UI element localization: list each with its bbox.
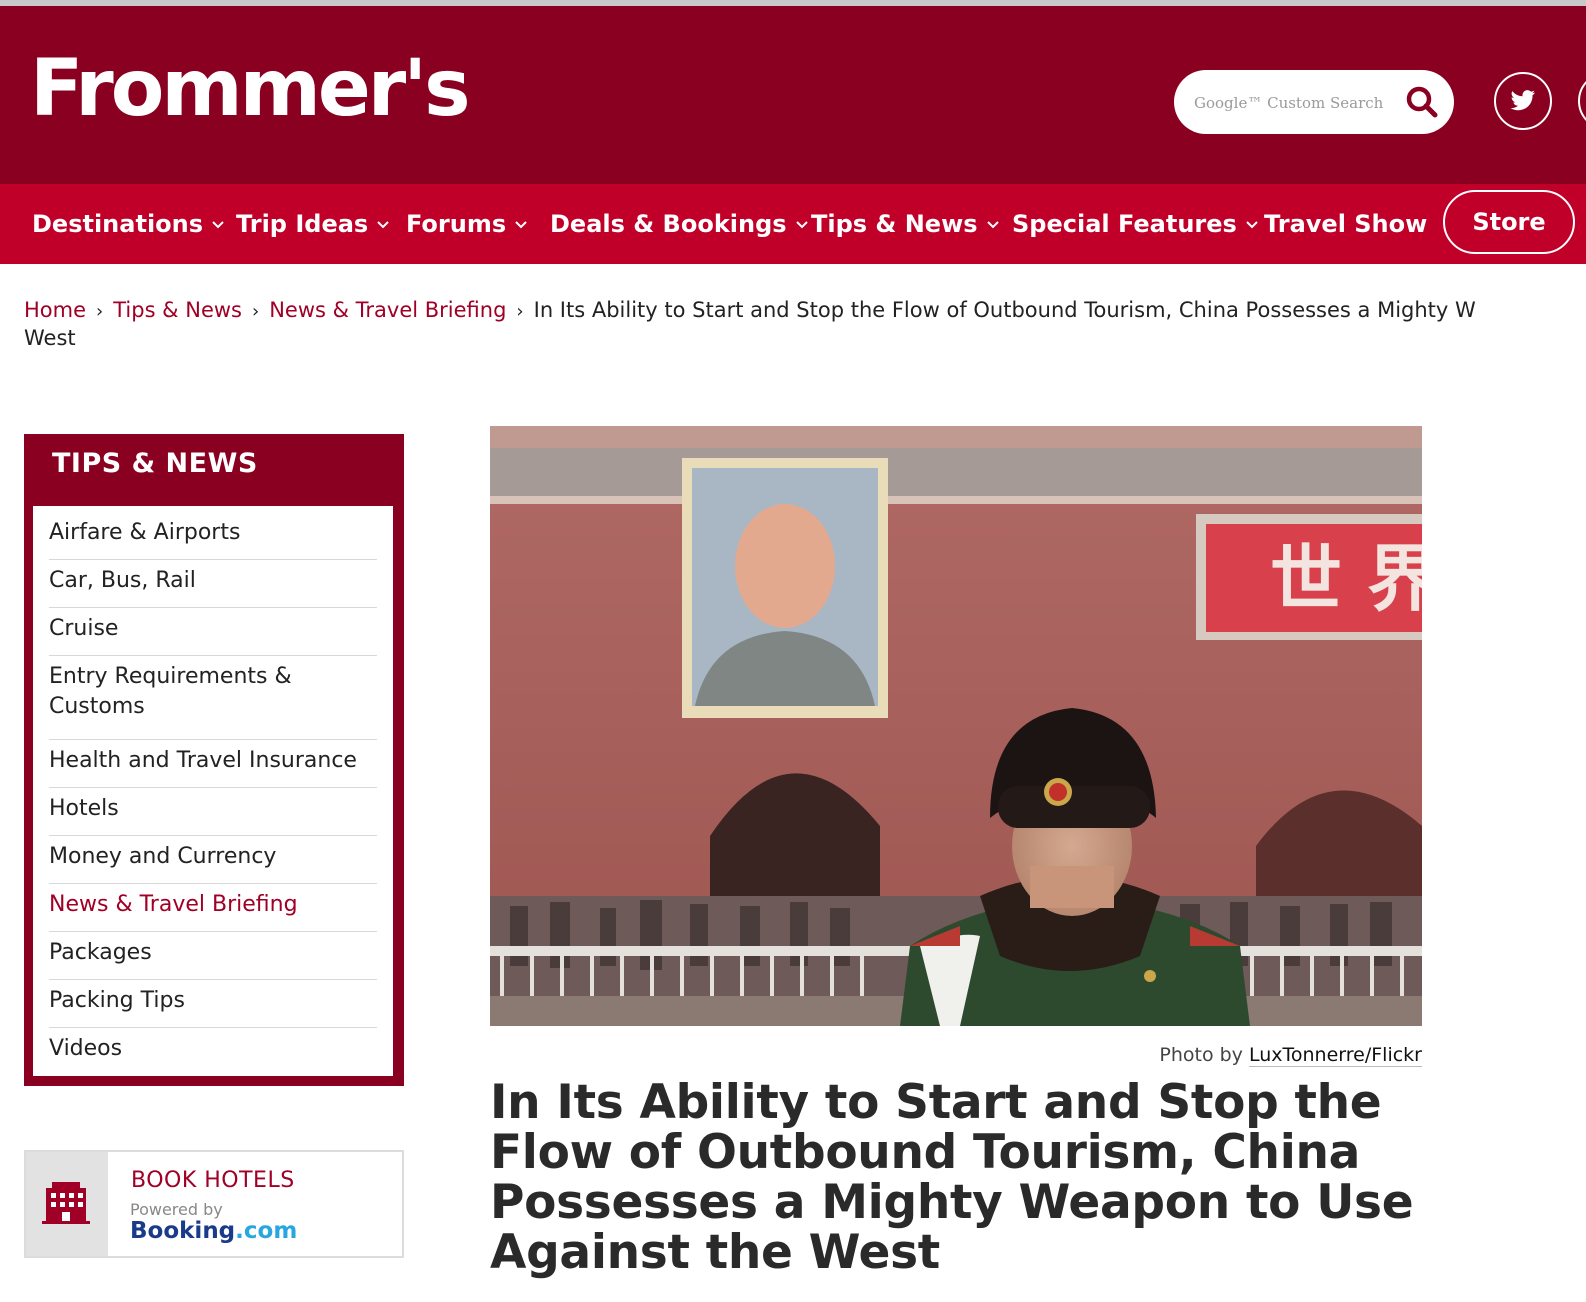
sidebar-item-entry-requirements[interactable]: Entry Requirements & Customs <box>49 662 377 740</box>
chevron-down-icon <box>795 221 808 229</box>
sidebar-item-car-bus-rail[interactable]: Car, Bus, Rail <box>49 566 377 608</box>
photo-credit-prefix: Photo by <box>1159 1044 1243 1066</box>
chevron-down-icon <box>986 221 999 229</box>
search-box <box>1174 70 1454 134</box>
site-header: Frommer's <box>0 6 1586 184</box>
sidebar-item-airfare-airports[interactable]: Airfare & Airports <box>49 518 377 560</box>
nav-forums[interactable]: Forums <box>406 184 528 264</box>
photo-credit: Photo by LuxTonnerre/Flickr <box>1000 1044 1422 1067</box>
sidebar-list: Airfare & Airports Car, Bus, Rail Cruise… <box>33 506 393 1076</box>
store-button[interactable]: Store <box>1443 190 1575 254</box>
hotel-building-icon <box>42 1182 90 1224</box>
booking-brand-suffix: .com <box>235 1218 298 1244</box>
breadcrumb-separator: › <box>96 301 104 322</box>
main-nav: Destinations Trip Ideas Forums Deals & B… <box>0 184 1586 264</box>
frommers-logo[interactable]: Frommer's <box>30 44 471 134</box>
sidebar-item-videos[interactable]: Videos <box>49 1034 377 1070</box>
breadcrumb-current-wrap: West <box>24 326 76 350</box>
nav-travel-show[interactable]: Travel Show <box>1264 184 1427 264</box>
chevron-down-icon <box>377 221 389 229</box>
sidebar-item-cruise[interactable]: Cruise <box>49 614 377 656</box>
breadcrumb-separator: › <box>251 301 260 322</box>
breadcrumb-home[interactable]: Home <box>24 298 86 322</box>
search-input[interactable] <box>1192 88 1391 118</box>
article-photo: 世 界 <box>490 426 1422 1026</box>
sidebar-item-packing-tips[interactable]: Packing Tips <box>49 986 377 1028</box>
twitter-button[interactable] <box>1494 72 1552 130</box>
nav-special-features[interactable]: Special Features <box>1012 184 1259 264</box>
chevron-down-icon <box>515 221 527 229</box>
sidebar-title: TIPS & NEWS <box>52 448 258 479</box>
powered-by-label: Powered by <box>130 1200 223 1219</box>
nav-deals-bookings[interactable]: Deals & Bookings <box>550 184 809 264</box>
nav-destinations[interactable]: Destinations <box>32 184 225 264</box>
hotel-icon-panel <box>26 1152 108 1256</box>
sidebar-item-news-travel-briefing[interactable]: News & Travel Briefing <box>49 890 377 932</box>
booking-logo: Booking.com <box>130 1218 297 1244</box>
tiananmen-guard-photo: 世 界 <box>490 426 1422 1026</box>
article-headline: In Its Ability to Start and Stop the Flo… <box>490 1075 1414 1280</box>
sign-text: 世 界 <box>1270 537 1422 621</box>
chevron-down-icon <box>212 221 224 229</box>
chevron-down-icon <box>1246 221 1258 229</box>
book-hotels-title: BOOK HOTELS <box>131 1168 295 1193</box>
sidebar-item-money-currency[interactable]: Money and Currency <box>49 842 377 884</box>
twitter-icon <box>1510 90 1535 111</box>
sidebar-item-hotels[interactable]: Hotels <box>49 794 377 836</box>
social-icon-partial[interactable] <box>1578 72 1586 130</box>
nav-tips-news[interactable]: Tips & News <box>811 184 1000 264</box>
breadcrumb-tips-news[interactable]: Tips & News <box>113 298 242 322</box>
breadcrumb: Home › Tips & News › News & Travel Briefing ›… <box>24 296 1584 326</box>
booking-brand-main: Booking <box>130 1218 236 1244</box>
nav-trip-ideas[interactable]: Trip Ideas <box>236 184 390 264</box>
tips-news-sidebar: TIPS & NEWS Airfare & Airports Car, Bus,… <box>24 434 404 1086</box>
search-icon[interactable] <box>1404 84 1440 120</box>
photo-credit-link[interactable]: LuxTonnerre/Flickr <box>1248 1044 1422 1067</box>
book-hotels-widget[interactable]: BOOK HOTELS Powered by Booking.com <box>24 1150 404 1258</box>
breadcrumb-separator: › <box>516 301 524 322</box>
breadcrumb-current: In Its Ability to Start and Stop the Flo… <box>533 298 1476 322</box>
breadcrumb-news-travel-briefing[interactable]: News & Travel Briefing <box>269 298 506 322</box>
sidebar-item-packages[interactable]: Packages <box>49 938 377 980</box>
sidebar-item-health-insurance[interactable]: Health and Travel Insurance <box>49 746 377 788</box>
